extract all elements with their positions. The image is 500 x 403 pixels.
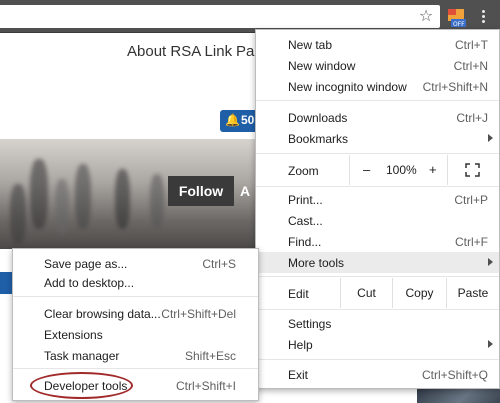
menu-item-label: Find... [288, 235, 322, 249]
menu-item-new-window[interactable]: New window Ctrl+N [256, 55, 499, 76]
zoom-out-button[interactable]: – [363, 162, 370, 177]
menu-item-shortcut: Ctrl+Shift+Q [421, 368, 488, 382]
menu-item-bookmarks[interactable]: Bookmarks [256, 128, 499, 149]
menu-item-label: Bookmarks [288, 132, 349, 146]
page-blue-strip [0, 272, 12, 294]
menu-item-label: Settings [288, 317, 332, 331]
menu-item-find[interactable]: Find... Ctrl+F [256, 231, 499, 252]
cut-button[interactable]: Cut [340, 278, 392, 308]
bell-icon: 🔔 [225, 113, 240, 127]
follow-button[interactable]: Follow [168, 176, 234, 206]
menu-item-exit[interactable]: Exit Ctrl+Shift+Q [256, 364, 499, 385]
menu-item-label: Print... [288, 193, 323, 207]
menu-item-shortcut: Ctrl+P [454, 193, 488, 207]
menu-separator [256, 153, 499, 154]
chrome-menu-icon[interactable] [477, 8, 489, 26]
menu-separator [256, 309, 499, 310]
submenu-item-label: Extensions [44, 328, 103, 342]
more-tools-submenu: Save page as... Ctrl+S Add to desktop...… [12, 248, 259, 401]
menu-item-label: New incognito window [288, 80, 407, 94]
submenu-separator [13, 368, 258, 369]
menu-item-label: Help [288, 338, 313, 352]
submenu-item-shortcut: Shift+Esc [184, 349, 236, 363]
menu-item-print[interactable]: Print... Ctrl+P [256, 189, 499, 210]
menu-item-shortcut: Ctrl+N [453, 59, 488, 73]
zoom-in-button[interactable]: + [429, 162, 437, 177]
menu-item-downloads[interactable]: Downloads Ctrl+J [256, 107, 499, 128]
menu-separator [256, 100, 499, 101]
notification-count: 50 [240, 113, 255, 127]
submenu-item-label: Clear browsing data... [44, 307, 161, 321]
submenu-item-label: Add to desktop... [44, 276, 135, 290]
submenu-arrow-icon [488, 134, 493, 142]
menu-separator [256, 359, 499, 360]
menu-item-shortcut: Ctrl+F [455, 235, 488, 249]
highlight-ellipse [30, 372, 133, 399]
menu-item-new-tab[interactable]: New tab Ctrl+T [256, 34, 499, 55]
submenu-item-save-page[interactable]: Save page as... Ctrl+S [13, 253, 258, 274]
extension-icon[interactable]: OFF [447, 8, 467, 28]
menu-item-label: More tools [288, 256, 345, 270]
faint-page-text [0, 80, 260, 106]
address-bar[interactable] [0, 5, 440, 28]
menu-item-shortcut: Ctrl+Shift+N [422, 80, 488, 94]
menu-item-help[interactable]: Help [256, 334, 499, 355]
submenu-separator [13, 296, 258, 297]
paste-button[interactable]: Paste [446, 278, 499, 308]
menu-item-cast[interactable]: Cast... [256, 210, 499, 231]
extension-off-label: OFF [453, 21, 465, 28]
zoom-label: Zoom [288, 164, 319, 178]
menu-item-more-tools[interactable]: More tools [256, 252, 499, 273]
submenu-arrow-icon [488, 340, 493, 348]
menu-item-label: Exit [288, 368, 309, 382]
submenu-item-clear-browsing-data[interactable]: Clear browsing data... Ctrl+Shift+Del [13, 303, 258, 324]
submenu-item-task-manager[interactable]: Task manager Shift+Esc [13, 345, 258, 366]
menu-item-settings[interactable]: Settings [256, 313, 499, 334]
menu-item-shortcut: Ctrl+T [455, 38, 488, 52]
edit-label: Edit [288, 287, 309, 301]
chrome-menu: New tab Ctrl+T New window Ctrl+N New inc… [255, 29, 500, 389]
fullscreen-icon[interactable] [465, 163, 480, 177]
nav-link-about[interactable]: About RSA Link [127, 43, 232, 60]
edit-row: Edit Cut Copy Paste [256, 278, 499, 308]
zoom-row: Zoom – 100% + [256, 155, 499, 185]
submenu-item-shortcut: Ctrl+Shift+I [175, 379, 236, 393]
submenu-arrow-icon [488, 258, 493, 266]
copy-button[interactable]: Copy [392, 278, 446, 308]
bookmark-star-icon[interactable]: ☆ [417, 7, 435, 25]
menu-item-shortcut: Ctrl+J [456, 111, 488, 125]
submenu-item-extensions[interactable]: Extensions [13, 324, 258, 345]
submenu-item-add-to-desktop[interactable]: Add to desktop... [13, 272, 258, 293]
menu-item-label: Downloads [288, 111, 348, 125]
submenu-item-label: Save page as... [44, 257, 128, 271]
menu-item-label: New tab [288, 38, 333, 52]
submenu-item-shortcut: Ctrl+Shift+Del [161, 307, 236, 321]
menu-separator [256, 186, 499, 187]
menu-item-label: New window [288, 59, 356, 73]
menu-item-new-incognito-window[interactable]: New incognito window Ctrl+Shift+N [256, 76, 499, 97]
zoom-level: 100% [386, 163, 417, 177]
menu-item-label: Cast... [288, 214, 323, 228]
submenu-item-label: Task manager [44, 349, 120, 363]
submenu-item-shortcut: Ctrl+S [202, 257, 236, 271]
menu-separator [256, 276, 499, 277]
